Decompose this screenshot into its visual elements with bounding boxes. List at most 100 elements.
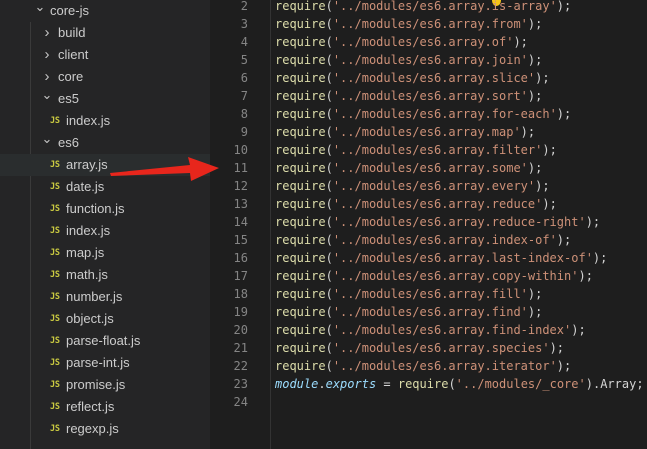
code-line[interactable]: 10 require('../modules/es6.array.filter')… [210, 141, 647, 159]
code-line[interactable]: 14 require('../modules/es6.array.reduce-r… [210, 213, 647, 231]
tree-folder-es5[interactable]: ⌄ es5 [0, 87, 210, 110]
chevron-right-icon[interactable]: › [41, 44, 53, 66]
tree-item-label: client [58, 47, 89, 62]
line-number: 2 [240, 0, 248, 13]
tree-file-math-js[interactable]: JS math.js [0, 264, 210, 286]
paren-open: (' [325, 143, 341, 157]
module-path: ../modules/es6.array.join [340, 53, 521, 67]
line-number: 7 [240, 89, 248, 103]
tree-file-index-js[interactable]: JS index.js [0, 110, 210, 132]
require-call: require [275, 197, 326, 211]
code-line[interactable]: 18 require('../modules/es6.array.fill'); [210, 285, 647, 303]
tree-file-regexp-js[interactable]: JS regexp.js [0, 418, 210, 440]
paren-close: '); [535, 197, 557, 211]
tree-folder-core[interactable]: › core [0, 66, 210, 88]
tree-file-index-js[interactable]: JS index.js [0, 220, 210, 242]
require-call: require [275, 359, 326, 373]
tree-file-parse-int-js[interactable]: JS parse-int.js [0, 352, 210, 374]
chevron-right-icon[interactable]: › [41, 22, 53, 44]
code-text: require('../modules/es6.array.every'); [275, 177, 550, 195]
code-text: require('../modules/es6.array.some'); [275, 159, 542, 177]
module-path: ../modules/es6.array.for-each [340, 107, 550, 121]
require-call: require [275, 161, 326, 175]
code-line[interactable]: 16 require('../modules/es6.array.last-ind… [210, 249, 647, 267]
tree-file-function-js[interactable]: JS function.js [0, 198, 210, 220]
require-call: require [275, 0, 326, 13]
paren-open: (' [325, 359, 341, 373]
line-number: 17 [233, 269, 248, 283]
tree-folder-client[interactable]: › client [0, 44, 210, 66]
module-path: ../modules/es6.array.find [340, 305, 521, 319]
require-call: require [275, 125, 326, 139]
code-line[interactable]: 9 require('../modules/es6.array.map'); [210, 123, 647, 141]
code-line[interactable]: 4 require('../modules/es6.array.of'); [210, 33, 647, 51]
chevron-down-icon[interactable]: ⌄ [41, 84, 53, 106]
paren-close: ') [578, 377, 593, 391]
javascript-file-icon: JS [50, 204, 60, 214]
tree-file-reflect-js[interactable]: JS reflect.js [0, 396, 210, 418]
tree-item-label: map.js [66, 245, 105, 260]
paren-open: (' [325, 269, 341, 283]
tree-item-label: date.js [66, 179, 105, 194]
code-line[interactable]: 13 require('../modules/es6.array.reduce')… [210, 195, 647, 213]
paren-open: (' [325, 89, 341, 103]
paren-open: (' [325, 107, 341, 121]
code-line[interactable]: 11 require('../modules/es6.array.some'); [210, 159, 647, 177]
code-line-export[interactable]: 23 module.exports = require('../modules/_… [210, 375, 647, 393]
tree-file-object-js[interactable]: JS object.js [0, 308, 210, 330]
paren-open: (' [325, 251, 341, 265]
paren-close: '); [520, 287, 543, 301]
require-call: require [397, 377, 449, 391]
tree-file-promise-js[interactable]: JS promise.js [0, 374, 210, 396]
code-line-empty[interactable]: 24 [210, 393, 647, 411]
code-line[interactable]: 17 require('../modules/es6.array.copy-wit… [210, 267, 647, 285]
javascript-file-icon: JS [50, 248, 60, 258]
code-line[interactable]: 2 require('../modules/es6.array.is-array'… [210, 0, 647, 15]
code-line[interactable]: 6 require('../modules/es6.array.slice'); [210, 69, 647, 87]
tree-file-parse-float-js[interactable]: JS parse-float.js [0, 330, 210, 352]
code-line[interactable]: 22 require('../modules/es6.array.iterator… [210, 357, 647, 375]
code-line[interactable]: 3 require('../modules/es6.array.from'); [210, 15, 647, 33]
line-number: 3 [240, 17, 248, 31]
javascript-file-icon: JS [50, 380, 60, 390]
javascript-file-icon: JS [50, 292, 60, 302]
paren-close: '); [527, 71, 550, 85]
module-path: ../modules/es6.array.map [340, 125, 514, 139]
code-line[interactable]: 15 require('../modules/es6.array.index-of… [210, 231, 647, 249]
paren-close: '); [578, 215, 601, 229]
require-call: require [275, 143, 326, 157]
javascript-file-icon: JS [50, 314, 60, 324]
module-path: ../modules/es6.array.from [340, 17, 521, 31]
tree-folder-build[interactable]: › build [0, 22, 210, 44]
chevron-down-icon[interactable]: ⌄ [34, 0, 46, 18]
line-number: 13 [233, 197, 248, 211]
code-text: require('../modules/es6.array.reduce-rig… [275, 213, 600, 231]
paren-open: (' [325, 197, 341, 211]
code-line[interactable]: 12 require('../modules/es6.array.every'); [210, 177, 647, 195]
chevron-down-icon[interactable]: ⌄ [41, 128, 53, 150]
line-number: 5 [240, 53, 248, 67]
code-editor[interactable]: 2 require('../modules/es6.array.is-array'… [210, 0, 647, 449]
paren-close: '); [542, 341, 565, 355]
paren-close: '); [564, 323, 586, 337]
code-line[interactable]: 19 require('../modules/es6.array.find'); [210, 303, 647, 321]
paren-open: (' [448, 377, 463, 391]
line-number: 6 [240, 71, 248, 85]
tree-file-number-js[interactable]: JS number.js [0, 286, 210, 308]
assign-op: = [376, 377, 398, 391]
module-path: ../modules/es6.array.of [340, 35, 507, 49]
tree-file-map-js[interactable]: JS map.js [0, 242, 210, 264]
code-line[interactable]: 20 require('../modules/es6.array.find-ind… [210, 321, 647, 339]
paren-open: (' [325, 35, 341, 49]
tree-folder-core-js[interactable]: ⌄ core-js [0, 0, 210, 22]
code-line[interactable]: 5 require('../modules/es6.array.join'); [210, 51, 647, 69]
code-line[interactable]: 21 require('../modules/es6.array.species'… [210, 339, 647, 357]
code-text: require('../modules/es6.array.copy-withi… [275, 267, 593, 285]
paren-close: '); [520, 17, 543, 31]
tree-item-label: core-js [50, 3, 90, 18]
code-line[interactable]: 7 require('../modules/es6.array.sort'); [210, 87, 647, 105]
module-keyword: module [275, 377, 319, 391]
explorer-sidebar: ⌄ core-js › build › client › core ⌄ es5 JS index.js… [0, 0, 210, 449]
paren-open: (' [325, 305, 341, 319]
code-line[interactable]: 8 require('../modules/es6.array.for-each'… [210, 105, 647, 123]
